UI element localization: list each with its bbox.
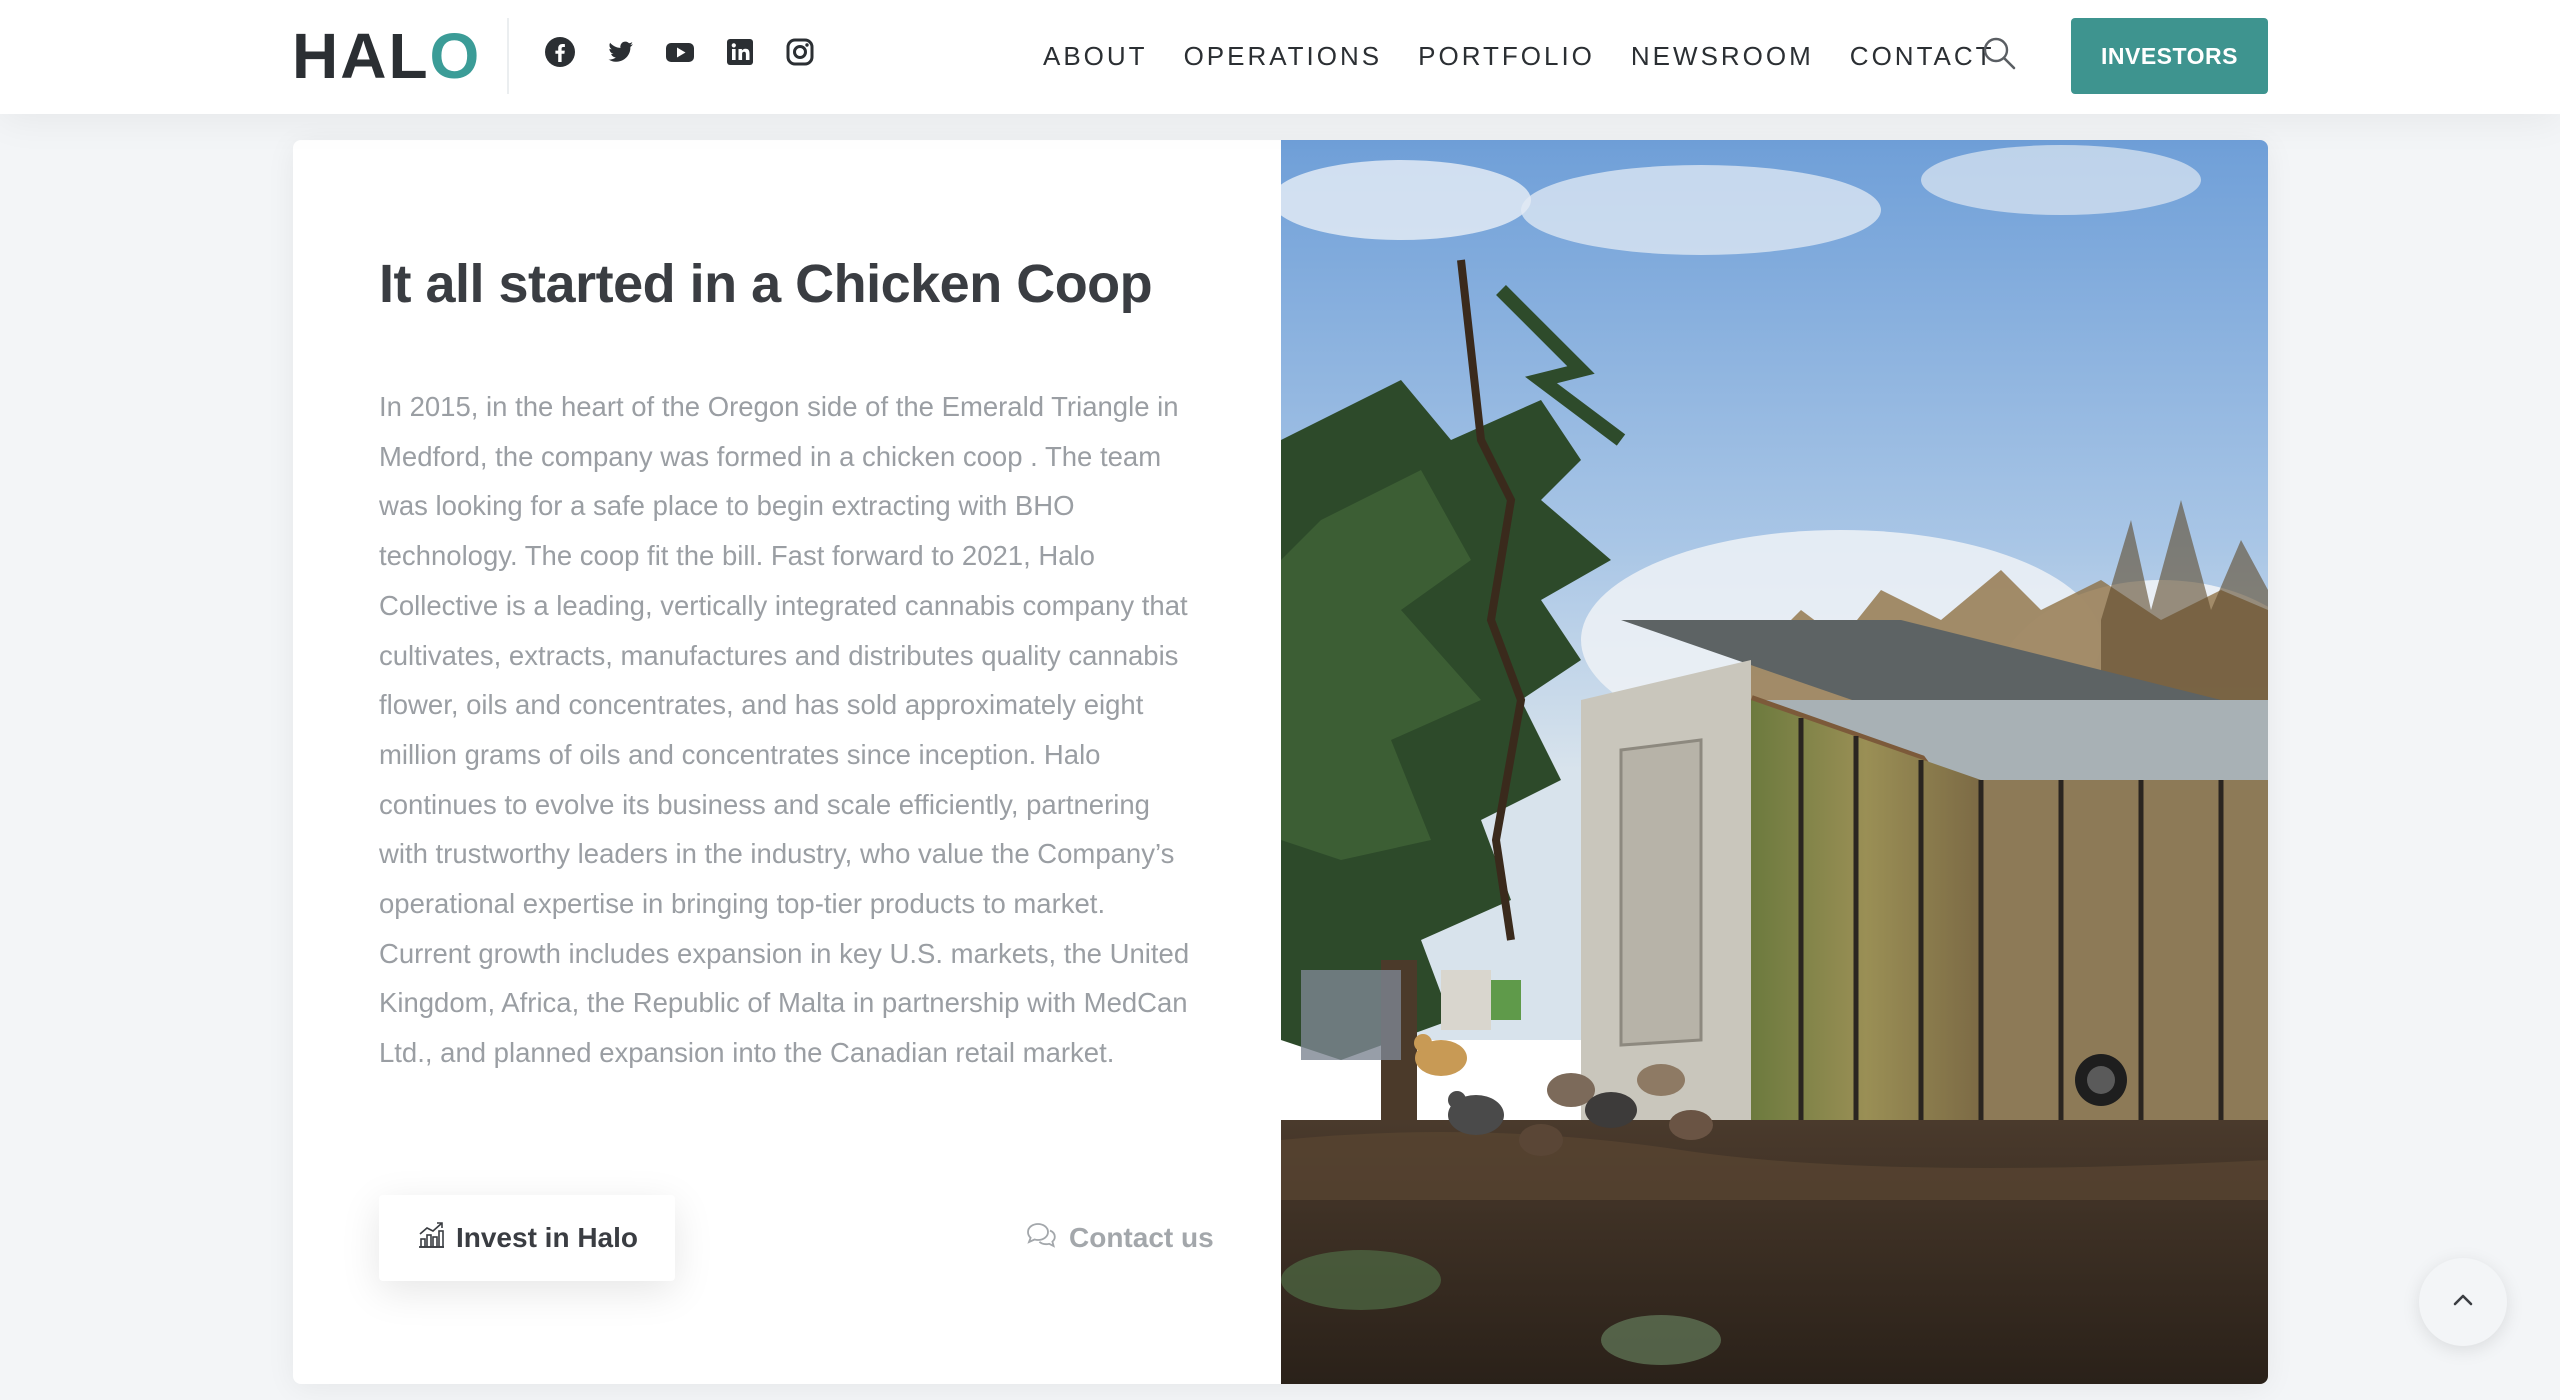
social-links	[544, 36, 816, 68]
search-icon[interactable]	[1982, 36, 2016, 70]
nav-newsroom[interactable]: NEWSROOM	[1631, 38, 1814, 74]
instagram-icon[interactable]	[784, 36, 816, 68]
site-header: HALO ABOUT OPERATIONS PORTFOLIO NEWSROOM…	[0, 0, 2560, 114]
nav-portfolio[interactable]: PORTFOLIO	[1418, 38, 1595, 74]
contact-us-link[interactable]: Contact us	[1025, 1195, 1214, 1281]
main-nav: ABOUT OPERATIONS PORTFOLIO NEWSROOM CONT…	[1043, 38, 2031, 74]
nav-about[interactable]: ABOUT	[1043, 38, 1148, 74]
story-card: It all started in a Chicken Coop In 2015…	[293, 140, 2268, 1384]
chevron-up-icon	[2449, 1286, 2477, 1319]
youtube-icon[interactable]	[664, 36, 696, 68]
chart-growth-icon	[416, 1220, 446, 1257]
linkedin-icon[interactable]	[724, 36, 756, 68]
nav-contact[interactable]: CONTACT	[1850, 38, 1995, 74]
chat-bubbles-icon	[1025, 1220, 1057, 1257]
invest-in-halo-button[interactable]: Invest in Halo	[379, 1195, 675, 1281]
story-body: In 2015, in the heart of the Oregon side…	[379, 391, 1190, 1069]
nav-operations[interactable]: OPERATIONS	[1184, 38, 1383, 74]
investors-button[interactable]: INVESTORS	[2071, 18, 2268, 94]
halo-logo[interactable]: HALO	[292, 24, 481, 88]
story-headline: It all started in a Chicken Coop	[379, 254, 1153, 314]
chicken-coop-photo	[1281, 140, 2268, 1384]
header-divider	[507, 18, 509, 94]
contact-link-label: Contact us	[1069, 1222, 1214, 1253]
story-text-panel: It all started in a Chicken Coop In 2015…	[293, 140, 1281, 1384]
invest-button-label: Invest in Halo	[455, 1222, 639, 1253]
facebook-icon[interactable]	[544, 36, 576, 68]
logo-text: HAL	[292, 20, 430, 92]
scroll-to-top-button[interactable]	[2419, 1258, 2507, 1346]
twitter-icon[interactable]	[604, 36, 636, 68]
logo-accent-letter: O	[429, 20, 482, 92]
